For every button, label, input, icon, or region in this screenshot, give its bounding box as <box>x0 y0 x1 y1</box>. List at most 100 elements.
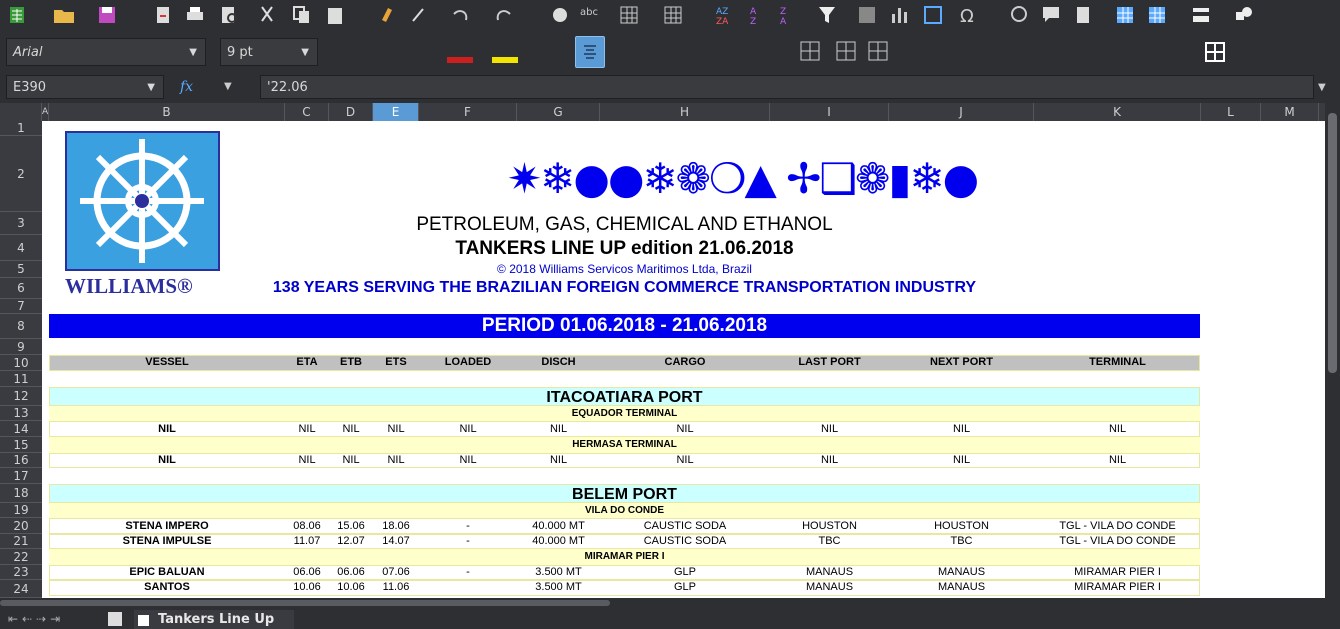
row-header[interactable]: 1 <box>0 121 42 136</box>
column-header[interactable]: M <box>1261 103 1319 121</box>
find-replace-icon[interactable] <box>548 4 572 26</box>
column-header[interactable]: B <box>49 103 285 121</box>
header-footer-icon[interactable] <box>1072 4 1096 26</box>
select-all-corner[interactable] <box>0 103 42 121</box>
last-port-cell[interactable]: TBC <box>770 535 889 547</box>
row-header[interactable]: 6 <box>0 278 42 299</box>
cargo-cell[interactable]: CAUSTIC SODA <box>600 520 770 532</box>
last-port-cell[interactable]: MANAUS <box>770 566 889 578</box>
spelling-icon[interactable]: abc <box>578 4 602 26</box>
column-header[interactable]: D <box>329 103 373 121</box>
row-header[interactable]: 22 <box>0 549 42 565</box>
row-header[interactable]: 23 <box>0 565 42 580</box>
redo-icon[interactable] <box>492 4 516 26</box>
special-character-icon[interactable]: Ω <box>958 4 982 27</box>
etb-cell[interactable]: NIL <box>329 423 373 435</box>
row-header[interactable]: 21 <box>0 534 42 549</box>
vessel-cell[interactable]: NIL <box>49 423 285 435</box>
column-header[interactable]: K <box>1034 103 1201 121</box>
vessel-cell[interactable]: SANTOS <box>49 581 285 593</box>
column-header[interactable]: H <box>600 103 770 121</box>
column-header[interactable]: A <box>42 103 49 121</box>
sheet-tab-active[interactable]: Tankers Line Up <box>134 610 294 629</box>
ets-cell[interactable]: NIL <box>373 454 419 466</box>
align-center-button[interactable] <box>575 36 605 68</box>
chevron-down-icon[interactable]: ▼ <box>224 81 232 92</box>
chevron-down-icon[interactable]: ▼ <box>189 47 197 58</box>
ets-cell[interactable]: 18.06 <box>373 520 419 532</box>
new-spreadsheet-icon[interactable] <box>6 4 30 26</box>
vessel-cell[interactable]: STENA IMPULSE <box>49 535 285 547</box>
sheet-navigation-icons[interactable]: ⇤⇠⇢⇥ <box>8 612 64 626</box>
chevron-down-icon[interactable]: ▼ <box>147 82 155 93</box>
next-port-cell[interactable]: NIL <box>889 423 1034 435</box>
loaded-cell[interactable]: - <box>419 520 517 532</box>
add-sheet-icon[interactable] <box>108 612 122 626</box>
etb-cell[interactable]: 15.06 <box>329 520 373 532</box>
disch-cell[interactable]: NIL <box>517 454 600 466</box>
row-header[interactable]: 17 <box>0 468 42 484</box>
disch-cell[interactable]: NIL <box>517 423 600 435</box>
row-header[interactable]: 14 <box>0 421 42 437</box>
row-header[interactable]: 13 <box>0 406 42 421</box>
cargo-cell[interactable]: NIL <box>600 454 770 466</box>
loaded-cell[interactable]: NIL <box>419 423 517 435</box>
horizontal-scroll-thumb[interactable] <box>0 600 610 606</box>
etb-cell[interactable]: NIL <box>329 454 373 466</box>
hyperlink-icon[interactable] <box>1008 4 1032 26</box>
column-header[interactable]: I <box>770 103 889 121</box>
next-port-cell[interactable]: NIL <box>889 454 1034 466</box>
sort-descending-icon[interactable]: ZA <box>776 4 800 27</box>
spreadsheet-grid[interactable]: WILLIAMS® ✷❄●●❄❁❍▲ ✢❑❁▮❄● PETROLEUM, GAS… <box>42 121 1325 598</box>
disch-cell[interactable]: 3.500 MT <box>517 581 600 593</box>
font-name-box[interactable]: Arial ▼ <box>6 38 206 66</box>
loaded-cell[interactable]: NIL <box>419 454 517 466</box>
font-color-swatch[interactable] <box>447 57 473 63</box>
paste-icon[interactable] <box>324 4 348 26</box>
etb-cell[interactable]: 12.07 <box>329 535 373 547</box>
function-wizard-icon[interactable]: fx <box>180 79 193 95</box>
define-print-area-icon[interactable] <box>1114 4 1138 26</box>
column-header[interactable]: C <box>285 103 329 121</box>
loaded-cell[interactable]: - <box>419 566 517 578</box>
disch-cell[interactable]: 40.000 MT <box>517 535 600 547</box>
show-draw-functions-icon[interactable] <box>1232 4 1256 26</box>
highlight-color-swatch[interactable] <box>492 57 518 63</box>
row-header[interactable]: 15 <box>0 437 42 453</box>
last-port-cell[interactable]: NIL <box>770 454 889 466</box>
save-icon[interactable] <box>96 4 120 26</box>
border-style-icon[interactable] <box>836 41 856 61</box>
next-port-cell[interactable]: MANAUS <box>889 566 1034 578</box>
row-header[interactable]: 2 <box>0 136 42 212</box>
sort-icon[interactable]: AZ ZA <box>714 4 738 27</box>
disch-cell[interactable]: 3.500 MT <box>517 566 600 578</box>
row-header[interactable]: 7 <box>0 299 42 314</box>
row-header[interactable]: 3 <box>0 212 42 235</box>
row-header[interactable]: 20 <box>0 518 42 534</box>
ets-cell[interactable]: NIL <box>373 423 419 435</box>
row-header[interactable]: 4 <box>0 235 42 261</box>
split-window-icon[interactable] <box>1190 4 1214 26</box>
print-preview-icon[interactable] <box>218 4 242 26</box>
clone-formatting-icon[interactable] <box>376 4 400 26</box>
vessel-cell[interactable]: NIL <box>49 454 285 466</box>
formula-input[interactable]: '22.06 <box>260 75 1314 99</box>
cargo-cell[interactable]: GLP <box>600 566 770 578</box>
eta-cell[interactable]: 10.06 <box>285 581 329 593</box>
undo-icon[interactable] <box>448 4 472 26</box>
cargo-cell[interactable]: GLP <box>600 581 770 593</box>
ets-cell[interactable]: 07.06 <box>373 566 419 578</box>
next-port-cell[interactable]: MANAUS <box>889 581 1034 593</box>
cut-icon[interactable] <box>256 4 280 26</box>
vessel-cell[interactable]: EPIC BALUAN <box>49 566 285 578</box>
last-port-cell[interactable]: MANAUS <box>770 581 889 593</box>
eta-cell[interactable]: NIL <box>285 454 329 466</box>
etb-cell[interactable]: 06.06 <box>329 566 373 578</box>
row-header[interactable]: 10 <box>0 355 42 371</box>
vertical-scroll-thumb[interactable] <box>1328 113 1337 373</box>
last-port-cell[interactable]: HOUSTON <box>770 520 889 532</box>
column-header[interactable]: L <box>1201 103 1261 121</box>
name-box[interactable]: E390 ▼ <box>6 75 164 99</box>
column-header[interactable]: J <box>889 103 1034 121</box>
terminal-cell[interactable]: NIL <box>1034 423 1201 435</box>
